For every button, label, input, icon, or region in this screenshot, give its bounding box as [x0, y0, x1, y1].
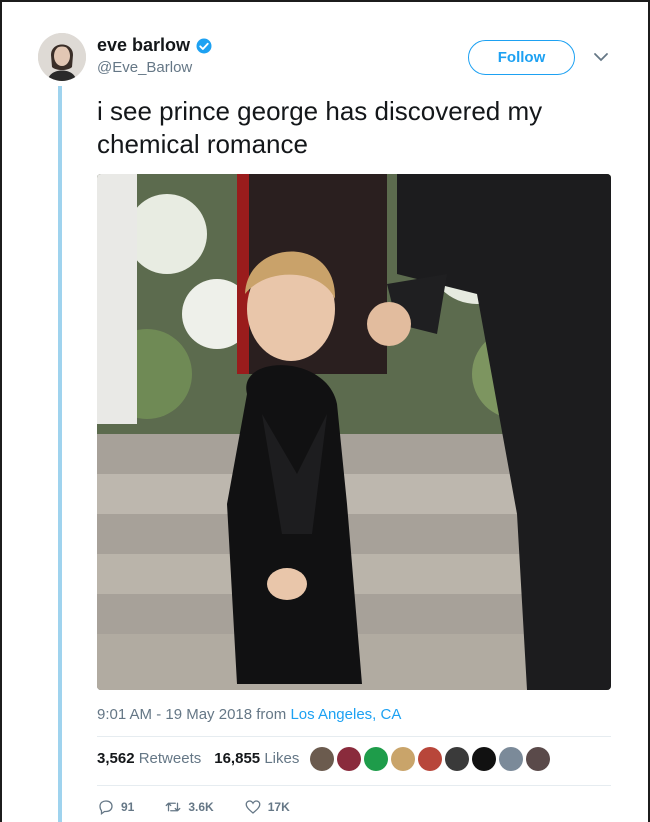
likes-stat[interactable]: 16,855 Likes	[214, 750, 299, 767]
liker-avatar[interactable]	[364, 747, 388, 771]
liker-avatar[interactable]	[391, 747, 415, 771]
tweet-timestamp: 9:01 AM - 19 May 2018 from Los Angeles, …	[97, 706, 401, 723]
chevron-down-icon[interactable]	[592, 50, 610, 64]
liker-avatars	[310, 747, 550, 771]
tweet-actions: 91 3.6K 17K	[97, 798, 320, 816]
divider	[97, 785, 611, 786]
liker-avatar[interactable]	[418, 747, 442, 771]
retweet-icon	[165, 802, 181, 812]
author-block[interactable]: eve barlow @Eve_Barlow	[97, 35, 213, 76]
liker-avatar[interactable]	[337, 747, 361, 771]
reply-count: 91	[121, 800, 135, 814]
reply-button[interactable]: 91	[97, 798, 134, 816]
author-name[interactable]: eve barlow	[97, 35, 190, 56]
liker-avatar[interactable]	[526, 747, 550, 771]
reply-icon	[99, 800, 113, 816]
location-link[interactable]: Los Angeles, CA	[290, 706, 401, 723]
verified-badge-icon	[196, 38, 212, 53]
author-handle[interactable]: @Eve_Barlow	[97, 59, 213, 76]
like-button[interactable]: 17K	[244, 798, 290, 816]
timestamp-text[interactable]: 9:01 AM - 19 May 2018	[97, 706, 252, 723]
retweets-stat[interactable]: 3,562 Retweets	[97, 750, 201, 767]
avatar[interactable]	[38, 33, 86, 81]
retweet-count: 3.6K	[188, 800, 214, 814]
heart-icon	[245, 800, 261, 814]
liker-avatar[interactable]	[445, 747, 469, 771]
tweet-stats: 3,562 Retweets 16,855 Likes	[97, 750, 299, 767]
from-label: from	[256, 706, 287, 723]
retweets-label: Retweets	[138, 750, 202, 767]
likes-count: 16,855	[214, 750, 261, 767]
liker-avatar[interactable]	[310, 747, 334, 771]
tweet-photo[interactable]	[97, 174, 611, 690]
liker-avatar[interactable]	[499, 747, 523, 771]
divider	[97, 736, 611, 737]
liker-avatar[interactable]	[472, 747, 496, 771]
likes-label: Likes	[264, 750, 300, 767]
retweets-count: 3,562	[97, 750, 135, 767]
retweet-button[interactable]: 3.6K	[164, 798, 214, 816]
follow-button[interactable]: Follow	[468, 40, 575, 75]
tweet-text: i see prince george has discovered my ch…	[97, 96, 543, 159]
thread-line	[58, 86, 62, 822]
like-count: 17K	[267, 800, 290, 814]
